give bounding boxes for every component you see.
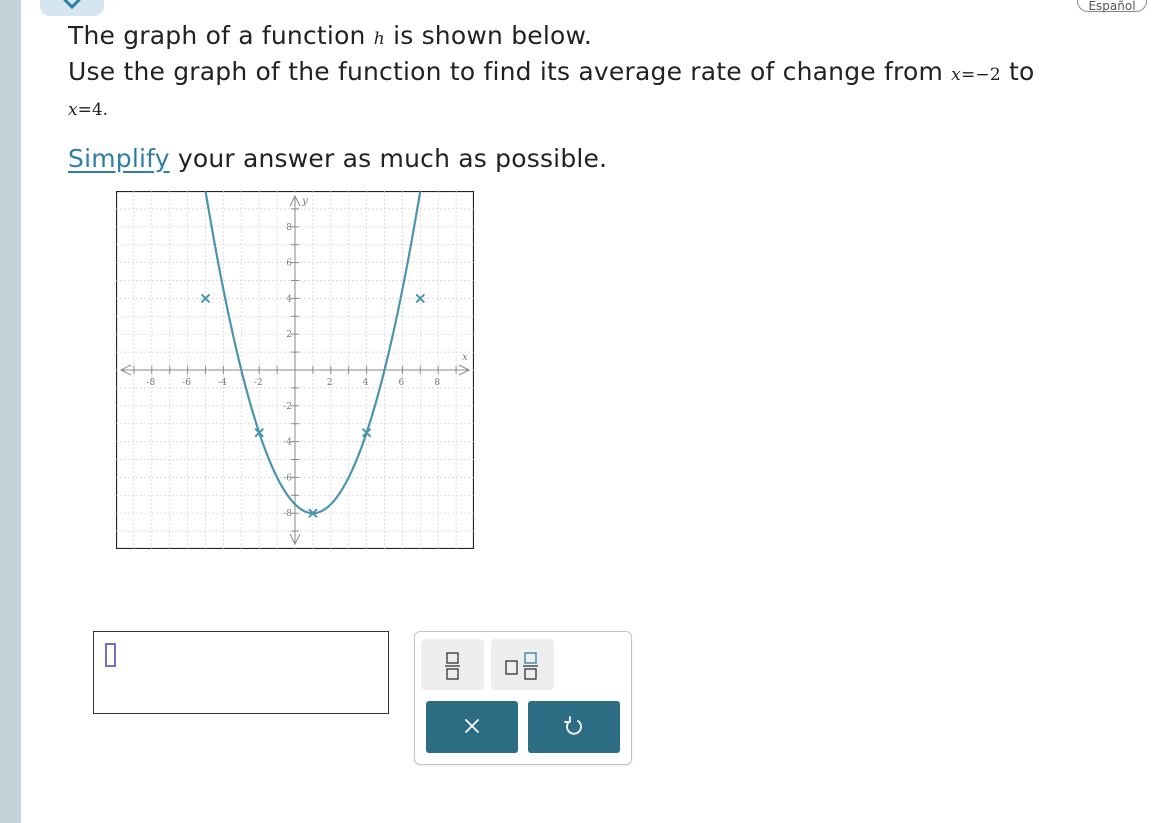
x-tick-label: -2 xyxy=(254,378,263,388)
language-button[interactable]: Español xyxy=(1077,0,1147,13)
function-graph: -8 -6 -4 -2 2 4 6 8 -8 -6 -4 -2 2 4 6 8 x y xyxy=(116,191,474,549)
simplify-link[interactable]: Simplify xyxy=(68,144,170,173)
question-text: Use the graph of the function to find it… xyxy=(68,57,952,86)
x-tick-label: -6 xyxy=(182,378,191,388)
question-line-2: Use the graph of the function to find it… xyxy=(68,56,1035,91)
x-tick-label: 6 xyxy=(399,378,405,388)
y-tick-label: 8 xyxy=(286,223,292,233)
function-name: h xyxy=(373,29,385,49)
clear-button[interactable] xyxy=(426,701,518,753)
x-tick-label: -4 xyxy=(218,378,227,388)
question-text: to xyxy=(1000,57,1035,86)
undo-icon xyxy=(564,716,582,735)
chevron-down-icon xyxy=(63,0,81,10)
mixed-number-button[interactable] xyxy=(491,639,554,690)
y-tick-label: 6 xyxy=(286,259,292,269)
y-tick-label: -4 xyxy=(283,438,292,448)
x-tick-label: 2 xyxy=(327,378,333,388)
collapse-tab[interactable] xyxy=(40,0,104,16)
x-axis-label: x xyxy=(462,352,468,363)
y-axis-label: y xyxy=(301,196,308,207)
x-tick-label: 8 xyxy=(434,378,440,388)
mixed-number-icon xyxy=(505,652,538,680)
question-text: your answer as much as possible. xyxy=(169,144,608,173)
question-text: is shown below. xyxy=(384,21,592,50)
y-tick-label: -2 xyxy=(283,402,292,412)
question-line-1: The graph of a function h is shown below… xyxy=(68,20,592,55)
fraction-button[interactable] xyxy=(421,639,484,690)
y-tick-label: -8 xyxy=(283,509,292,519)
answer-input[interactable] xyxy=(93,631,389,714)
fraction-icon xyxy=(445,652,460,680)
x-tick-label: -8 xyxy=(146,378,155,388)
question-line-4: Simplify your answer as much as possible… xyxy=(68,143,607,175)
question-text: The graph of a function xyxy=(68,21,374,50)
x-start-expression: x=−2 xyxy=(951,65,1001,85)
x-end-expression: x=4. xyxy=(68,100,109,120)
close-icon xyxy=(465,719,479,733)
left-side-bar xyxy=(0,0,21,823)
y-tick-label: 4 xyxy=(286,294,292,304)
x-tick-label: 4 xyxy=(363,378,369,388)
math-keypad xyxy=(414,631,632,765)
undo-button[interactable] xyxy=(528,701,620,753)
y-tick-label: -6 xyxy=(283,473,292,483)
text-caret xyxy=(105,643,116,667)
y-tick-label: 2 xyxy=(286,330,292,340)
